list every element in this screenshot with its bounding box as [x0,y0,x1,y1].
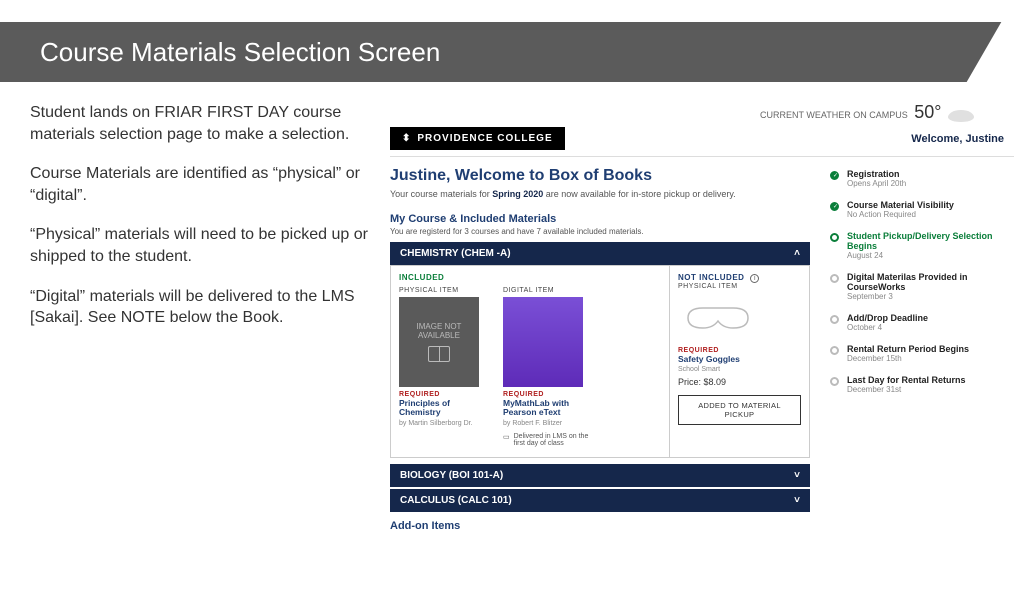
greeting-title: Justine, Welcome to Box of Books [390,167,810,185]
course-body-chemistry: INCLUDED PHYSICAL ITEM IMAGE NOT AVAILAB… [390,265,810,458]
explain-p4: “Digital” materials will be delivered to… [30,286,370,329]
chevron-up-icon: ˄ [794,248,800,259]
materials-section-sub: You are registerd for 3 courses and have… [390,227,810,236]
timeline-item: Student Pickup/Delivery Selection Begins… [830,231,1000,260]
timeline: RegistrationOpens April 20th Course Mate… [830,163,1000,532]
item-author: by Martin Silberborg Dr. [399,420,489,427]
item-price: Price: $8.09 [678,377,801,387]
divider [390,156,1014,157]
timeline-item: Course Material VisibilityNo Action Requ… [830,200,1000,219]
thumb-mathlab [503,297,583,387]
timeline-item: Rental Return Period BeginsDecember 15th [830,344,1000,363]
cloud-icon [948,110,974,122]
timeline-item: Digital Materilas Provided in CourseWork… [830,272,1000,301]
not-included-label: NOT INCLUDED [678,273,744,282]
course-header-calculus[interactable]: CALCULUS (CALC 101) ˅ [390,489,810,512]
welcome-user[interactable]: Welcome, Justine [911,133,1014,145]
greeting-sub: Your course materials for Spring 2020 ar… [390,189,810,199]
explain-p1: Student lands on FRIAR FIRST DAY course … [30,102,370,145]
item-goggles[interactable]: PHYSICAL ITEM REQUIRED Safety Goggles Sc… [678,283,801,425]
info-icon[interactable]: i [750,274,759,283]
required-badge: REQUIRED [503,391,593,398]
dot-icon [830,233,839,242]
added-to-pickup-button[interactable]: ADDED TO MATERIAL PICKUP [678,395,801,425]
book-icon [428,346,450,362]
dot-icon [830,315,839,324]
dot-icon [830,346,839,355]
explain-p3: “Physical” materials will need to be pic… [30,224,370,267]
item-type: PHYSICAL ITEM [399,287,489,294]
dot-icon [830,274,839,283]
item-chem-book[interactable]: PHYSICAL ITEM IMAGE NOT AVAILABLE REQUIR… [399,287,489,447]
slide-title-bar: Course Materials Selection Screen [0,22,1024,82]
materials-section-title: My Course & Included Materials [390,213,810,225]
dot-icon [830,377,839,386]
weather-label: CURRENT WEATHER ON CAMPUS [760,110,908,120]
required-badge: REQUIRED [399,391,489,398]
included-label: INCLUDED [399,273,444,282]
explain-p2: Course Materials are identified as “phys… [30,163,370,206]
required-badge: REQUIRED [678,347,801,354]
timeline-item: Add/Drop DeadlineOctober 4 [830,313,1000,332]
goggles-icon [683,303,753,333]
item-title: Principles of Chemistry [399,399,489,418]
item-title: Safety Goggles [678,355,801,364]
course-name: BIOLOGY (BOI 101-A) [400,470,503,481]
item-author: by Robert F. Blitzer [503,420,593,427]
item-author: School Smart [678,366,801,373]
course-name: CALCULUS (CALC 101) [400,495,512,506]
item-type: DIGITAL ITEM [503,287,593,294]
thumb-goggles [678,293,758,343]
weather-temp: 50° [914,102,941,123]
check-icon [830,202,839,211]
explanation-column: Student lands on FRIAR FIRST DAY course … [30,102,370,532]
course-header-biology[interactable]: BIOLOGY (BOI 101-A) ˅ [390,464,810,487]
course-name: CHEMISTRY (CHEM -A) [400,248,511,259]
weather-widget: CURRENT WEATHER ON CAMPUS 50° [390,102,1014,123]
torch-icon: ⬍ [402,133,411,144]
timeline-item: RegistrationOpens April 20th [830,169,1000,188]
check-icon [830,171,839,180]
item-title: MyMathLab with Pearson eText [503,399,593,418]
item-mathlab[interactable]: DIGITAL ITEM REQUIRED MyMathLab with Pea… [503,287,593,447]
monitor-icon: ▭ [503,433,510,441]
chevron-down-icon: ˅ [794,470,800,481]
lms-note: ▭ Delivered in LMS on the first day of c… [503,433,593,447]
course-header-chemistry[interactable]: CHEMISTRY (CHEM -A) ˄ [390,242,810,265]
slide-title: Course Materials Selection Screen [40,37,440,68]
college-name: PROVIDENCE COLLEGE [417,133,552,144]
chevron-down-icon: ˅ [794,495,800,506]
thumb-unavailable: IMAGE NOT AVAILABLE [399,297,479,387]
addon-items-link[interactable]: Add-on Items [390,520,810,532]
item-type: PHYSICAL ITEM [678,283,801,290]
screenshot-panel: CURRENT WEATHER ON CAMPUS 50° ⬍ PROVIDEN… [390,102,1014,532]
college-logo[interactable]: ⬍ PROVIDENCE COLLEGE [390,127,565,150]
timeline-item: Last Day for Rental ReturnsDecember 31st [830,375,1000,394]
